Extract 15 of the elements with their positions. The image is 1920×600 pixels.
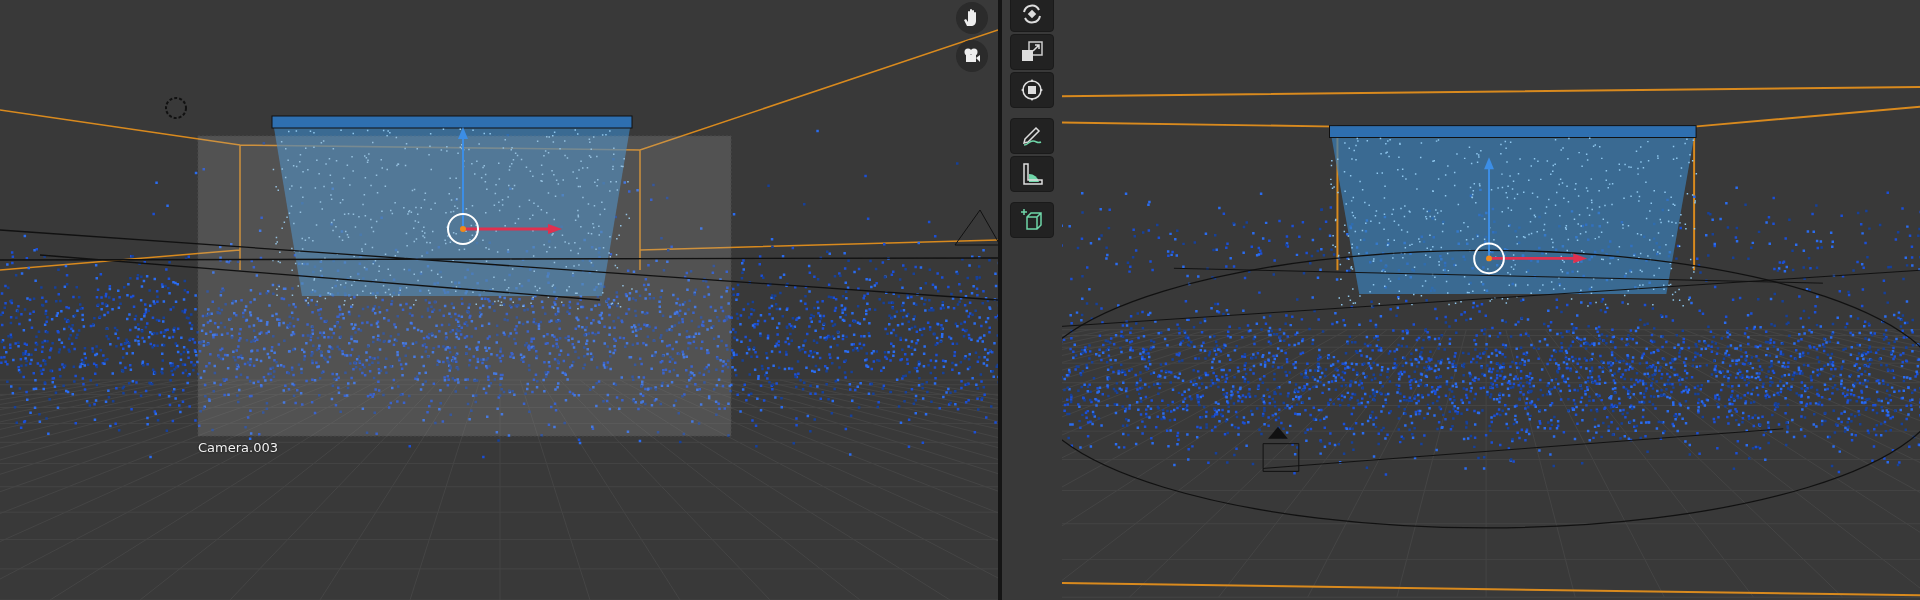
transform-icon — [1020, 78, 1044, 102]
measure-tool-button[interactable] — [1010, 156, 1054, 192]
pencil-icon — [1020, 124, 1044, 148]
annotate-tool-button[interactable] — [1010, 118, 1054, 154]
ruler-icon — [1020, 162, 1044, 186]
camera-view-button[interactable] — [956, 40, 988, 72]
camera-name-label: Camera.003 — [198, 440, 278, 455]
scale-tool-button[interactable] — [1010, 34, 1054, 70]
add-cube-icon — [1020, 208, 1044, 232]
rotate-icon — [1020, 2, 1044, 26]
scale-icon — [1020, 40, 1044, 64]
pan-view-button[interactable] — [956, 2, 988, 34]
rotate-tool-button[interactable] — [1010, 0, 1054, 32]
add-cube-tool-button[interactable] — [1010, 202, 1054, 238]
transform-tool-button[interactable] — [1010, 72, 1054, 108]
